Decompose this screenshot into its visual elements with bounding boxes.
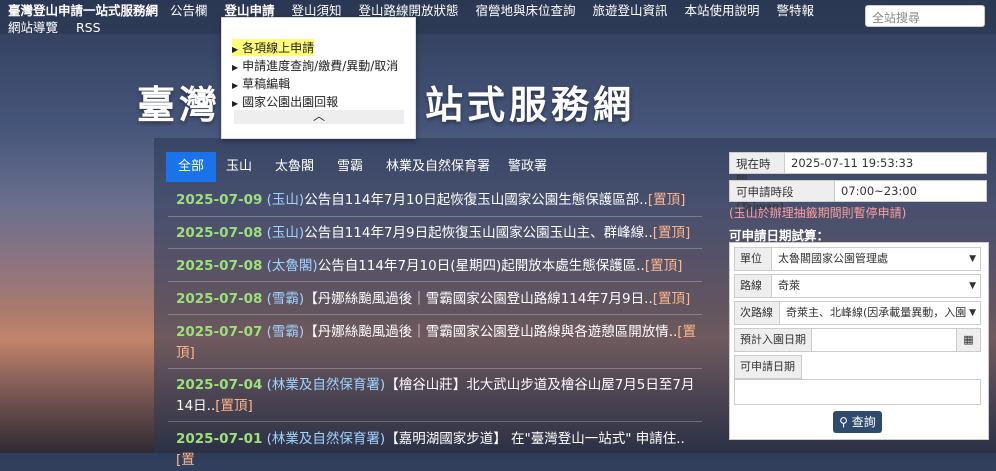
secondary-nav: 網站導覽 RSS bbox=[8, 17, 115, 36]
nav-sitemap[interactable]: 網站導覽 bbox=[8, 20, 58, 35]
news-item[interactable]: 2025-07-09 (玉山)公告自114年7月10日起恢復玉山國家公園生態保護… bbox=[176, 190, 700, 211]
news-text: 公告自114年7月10日起恢復玉山國家公園生態保護區部.. bbox=[304, 192, 648, 208]
news-item[interactable]: 2025-07-08 (玉山)公告自114年7月9日起恢復玉山國家公園玉山主、群… bbox=[176, 223, 700, 244]
unit-select[interactable]: 太魯閣國家公園管理處 ▼ bbox=[771, 247, 981, 271]
news-date: 2025-07-01 bbox=[176, 431, 263, 447]
divider bbox=[168, 314, 702, 315]
apply-period-value: 07:00~23:00 bbox=[834, 180, 987, 202]
nav-route-status[interactable]: 登山路線開放狀態 bbox=[359, 3, 459, 18]
subroute-select-value: 奇萊主、北峰線(因承載量異動，入園 bbox=[786, 306, 967, 319]
caret-right-icon: ▶ bbox=[232, 99, 239, 108]
nav-rss[interactable]: RSS bbox=[76, 20, 101, 35]
news-date: 2025-07-08 bbox=[176, 225, 263, 241]
news-text: 【丹娜絲颱風過後｜雪霸國家公園登山路線與各遊憩區開放情.. bbox=[304, 324, 678, 340]
chevron-down-icon: ▼ bbox=[969, 254, 976, 264]
news-source: (林業及自然保育署) bbox=[266, 431, 386, 447]
divider bbox=[168, 281, 702, 282]
chevron-down-icon: ▼ bbox=[967, 302, 976, 324]
tab-yushan[interactable]: 玉山 bbox=[214, 152, 264, 182]
dropdown-item-exit-report[interactable]: ▶ 國家公園出園回報 bbox=[232, 93, 338, 110]
hero-title-left: 臺灣 bbox=[137, 83, 222, 127]
unit-label: 單位 bbox=[734, 247, 772, 271]
available-date-label: 可申請日期 bbox=[734, 355, 802, 379]
divider bbox=[168, 368, 702, 369]
collapse-icon[interactable]: ︿ bbox=[234, 110, 404, 124]
subroute-label: 次路線 bbox=[734, 301, 780, 325]
route-select-value: 奇萊 bbox=[778, 279, 800, 292]
current-time-value: 2025-07-11 19:53:33 bbox=[784, 152, 987, 174]
dropdown-item-online-apply[interactable]: ▶ 各項線上申請 bbox=[232, 39, 315, 56]
pinned-tag: [置 bbox=[176, 452, 195, 468]
tab-sheipa[interactable]: 雪霸 bbox=[325, 152, 375, 182]
pinned-tag: [置頂] bbox=[647, 192, 686, 208]
dropdown-item-progress[interactable]: ▶ 申請進度查詢/繳費/異動/取消 bbox=[232, 57, 398, 74]
news-text: 【嘉明湖國家步道】 在"臺灣登山一站式" 申請住.. bbox=[385, 431, 685, 447]
query-button-label: 查詢 bbox=[851, 415, 876, 429]
news-item[interactable]: 2025-07-08 (雪霸)【丹娜絲颱風過後｜雪霸國家公園登山路線114年7月… bbox=[176, 289, 700, 310]
tab-taroko[interactable]: 太魯閣 bbox=[263, 152, 326, 182]
news-text: 公告自114年7月9日起恢復玉山國家公園玉山主、群峰線.. bbox=[304, 225, 653, 241]
nav-alerts[interactable]: 警特報 bbox=[777, 3, 815, 18]
news-source: (雪霸) bbox=[266, 291, 305, 307]
news-source: (玉山) bbox=[266, 192, 305, 208]
subroute-select[interactable]: 奇萊主、北峰線(因承載量異動，入園 ▼ bbox=[779, 301, 981, 325]
news-item[interactable]: 2025-07-01 (林業及自然保育署)【嘉明湖國家步道】 在"臺灣登山一站式… bbox=[176, 429, 700, 471]
news-item[interactable]: 2025-07-08 (太魯閣)公告自114年7月10日(星期四)起開放本處生態… bbox=[176, 256, 700, 277]
news-text: 【丹娜絲颱風過後｜雪霸國家公園登山路線114年7月9日.. bbox=[304, 291, 653, 307]
available-date-output bbox=[734, 379, 981, 405]
tab-all[interactable]: 全部 bbox=[166, 152, 217, 182]
nav-apply[interactable]: 登山申請 bbox=[225, 3, 275, 18]
hero-title-right: 站式服務網 bbox=[425, 83, 636, 127]
nav-usage[interactable]: 本站使用說明 bbox=[685, 3, 760, 18]
chevron-down-icon: ▼ bbox=[969, 281, 976, 291]
site-search-input[interactable]: 全站搜尋 bbox=[865, 5, 985, 27]
caret-right-icon: ▶ bbox=[232, 63, 239, 72]
apply-dropdown-menu: ▶ 各項線上申請 ▶ 申請進度查詢/繳費/異動/取消 ▶ 草稿編輯 ▶ 國家公園出園回報… bbox=[221, 17, 416, 139]
pinned-tag: [置頂] bbox=[652, 225, 691, 241]
apply-period-label: 可申請時段(Taiwan) bbox=[729, 180, 835, 214]
lottery-warning: (玉山於辦理抽籤期間則暫停申請) bbox=[729, 206, 907, 220]
news-date: 2025-07-07 bbox=[176, 324, 263, 340]
news-date: 2025-07-09 bbox=[176, 192, 263, 208]
pinned-tag: [置頂] bbox=[652, 291, 691, 307]
divider bbox=[168, 248, 702, 249]
unit-select-value: 太魯閣國家公園管理處 bbox=[778, 252, 888, 265]
news-source: (玉山) bbox=[266, 225, 305, 241]
entry-date-label: 預計入園日期 bbox=[734, 328, 812, 352]
news-date: 2025-07-08 bbox=[176, 258, 263, 274]
tab-police[interactable]: 警政署 bbox=[496, 152, 559, 182]
site-title[interactable]: 臺灣登山申請一站式服務網 bbox=[8, 3, 158, 18]
divider bbox=[168, 216, 702, 217]
nav-announcements[interactable]: 公告欄 bbox=[170, 3, 208, 18]
current-time-label: 現在時間 bbox=[729, 152, 785, 187]
search-icon: ⚲ bbox=[839, 415, 848, 429]
news-source: (太魯閣) bbox=[266, 258, 318, 274]
divider bbox=[168, 421, 702, 422]
query-button[interactable]: ⚲ 查詢 bbox=[833, 411, 882, 433]
calendar-icon[interactable]: ▦ bbox=[956, 328, 981, 352]
news-item[interactable]: 2025-07-07 (雪霸)【丹娜絲颱風過後｜雪霸國家公園登山路線與各遊憩區開… bbox=[176, 322, 700, 364]
nav-travel-info[interactable]: 旅遊登山資訊 bbox=[593, 3, 668, 18]
tab-forestry[interactable]: 林業及自然保育署 bbox=[374, 152, 502, 182]
pinned-tag: [置頂] bbox=[644, 258, 683, 274]
caret-right-icon: ▶ bbox=[232, 81, 239, 90]
news-text: 公告自114年7月10日(星期四)起開放本處生態保護區.. bbox=[317, 258, 645, 274]
news-item[interactable]: 2025-07-04 (林業及自然保育署)【檜谷山莊】北大武山步道及檜谷山屋7月… bbox=[176, 375, 700, 417]
dropdown-item-drafts[interactable]: ▶ 草稿編輯 bbox=[232, 75, 290, 92]
news-source: (林業及自然保育署) bbox=[266, 377, 386, 393]
route-select[interactable]: 奇萊 ▼ bbox=[771, 274, 981, 298]
nav-guidelines[interactable]: 登山須知 bbox=[292, 3, 342, 18]
entry-date-input[interactable] bbox=[811, 328, 957, 352]
caret-right-icon: ▶ bbox=[232, 45, 239, 54]
route-label: 路線 bbox=[734, 274, 772, 298]
news-date: 2025-07-04 bbox=[176, 377, 263, 393]
main-nav: 臺灣登山申請一站式服務網 公告欄 登山申請 登山須知 登山路線開放狀態 宿營地與… bbox=[8, 4, 827, 18]
news-date: 2025-07-08 bbox=[176, 291, 263, 307]
news-source: (雪霸) bbox=[266, 324, 305, 340]
pinned-tag: [置頂] bbox=[215, 398, 253, 414]
nav-campsite[interactable]: 宿營地與床位查詢 bbox=[476, 3, 576, 18]
